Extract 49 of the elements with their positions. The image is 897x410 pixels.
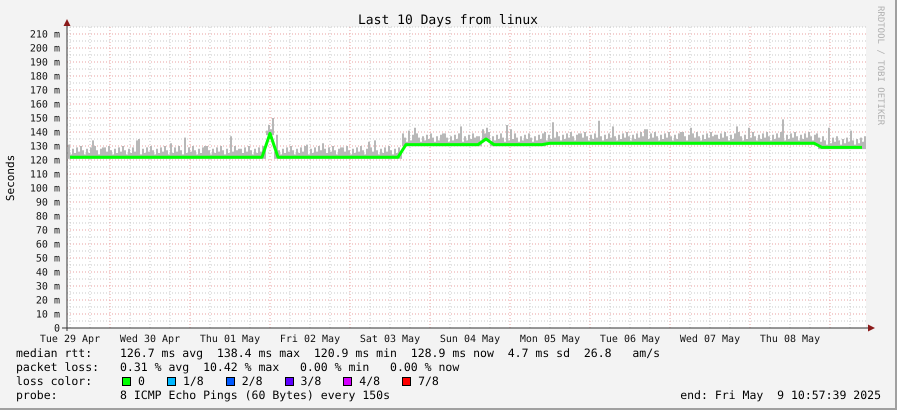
x-tick-label: Wed 30 Apr bbox=[120, 334, 180, 345]
y-tick-label: 80 m bbox=[36, 212, 60, 222]
legend-label: probe: bbox=[16, 388, 59, 402]
legend-value: 4/8 bbox=[359, 374, 380, 388]
legend-label: packet loss: bbox=[16, 360, 100, 374]
x-tick-label: Fri 02 May bbox=[280, 334, 340, 345]
y-tick-label: 50 m bbox=[36, 254, 60, 264]
y-tick-label: 150 m bbox=[30, 114, 60, 124]
x-tick-label: Thu 01 May bbox=[200, 334, 260, 345]
y-tick-label: 10 m bbox=[36, 310, 60, 320]
y-tick-label: 190 m bbox=[30, 58, 60, 68]
y-tick-label: 30 m bbox=[36, 282, 60, 292]
legend-value: 126.7 ms avg 138.4 ms max 120.9 ms min 128.9 ms now 4.7 ms sd 26.8 am/s bbox=[120, 346, 660, 360]
y-tick-label: 140 m bbox=[30, 128, 60, 138]
watermark-text: RRDTOOL / TOBI OETIKER bbox=[874, 6, 886, 126]
legend-value: 0.31 % avg 10.42 % max 0.00 % min 0.00 % now bbox=[120, 360, 460, 374]
x-tick-label: Tue 29 Apr bbox=[40, 334, 100, 345]
y-tick-label: 20 m bbox=[36, 296, 60, 306]
y-tick-label: 120 m bbox=[30, 156, 60, 166]
x-tick-label: Thu 08 May bbox=[760, 334, 820, 345]
x-tick-label: Sun 04 May bbox=[440, 334, 500, 345]
y-tick-label: 70 m bbox=[36, 226, 60, 236]
y-tick-label: 200 m bbox=[30, 44, 60, 54]
legend-label: median rtt: bbox=[16, 346, 94, 360]
y-tick-label: 90 m bbox=[36, 198, 60, 208]
end-time-text: end: Fri May 9 10:57:39 2025 bbox=[680, 388, 881, 402]
x-tick-label: Mon 05 May bbox=[520, 334, 580, 345]
legend-label: loss color: bbox=[16, 374, 94, 388]
legend-value: 1/8 bbox=[182, 374, 204, 388]
x-tick-label: Tue 06 May bbox=[600, 334, 660, 345]
y-tick-label: 60 m bbox=[36, 240, 60, 250]
y-tick-label: 110 m bbox=[30, 170, 60, 180]
legend-value: 8 ICMP Echo Pings (60 Bytes) every 150s bbox=[120, 388, 390, 402]
x-tick-label: Sat 03 May bbox=[360, 334, 420, 345]
y-tick-label: 170 m bbox=[30, 86, 60, 96]
legend-value: 0 bbox=[138, 374, 145, 388]
y-axis-title: Seconds bbox=[4, 154, 17, 202]
legend-value: 7/8 bbox=[418, 374, 439, 388]
y-tick-label: 0 bbox=[54, 324, 60, 334]
y-tick-label: 180 m bbox=[30, 72, 60, 82]
legend-value: 2/8 bbox=[242, 374, 262, 388]
y-tick-label: 130 m bbox=[30, 142, 60, 152]
chart-title: Last 10 Days from linux bbox=[358, 13, 538, 28]
x-tick-label: Wed 07 May bbox=[680, 334, 740, 345]
legend-value: 3/8 bbox=[300, 374, 322, 388]
y-tick-label: 100 m bbox=[30, 184, 60, 194]
y-tick-label: 210 m bbox=[30, 30, 60, 40]
y-tick-label: 40 m bbox=[36, 268, 60, 278]
y-tick-label: 160 m bbox=[30, 100, 60, 110]
